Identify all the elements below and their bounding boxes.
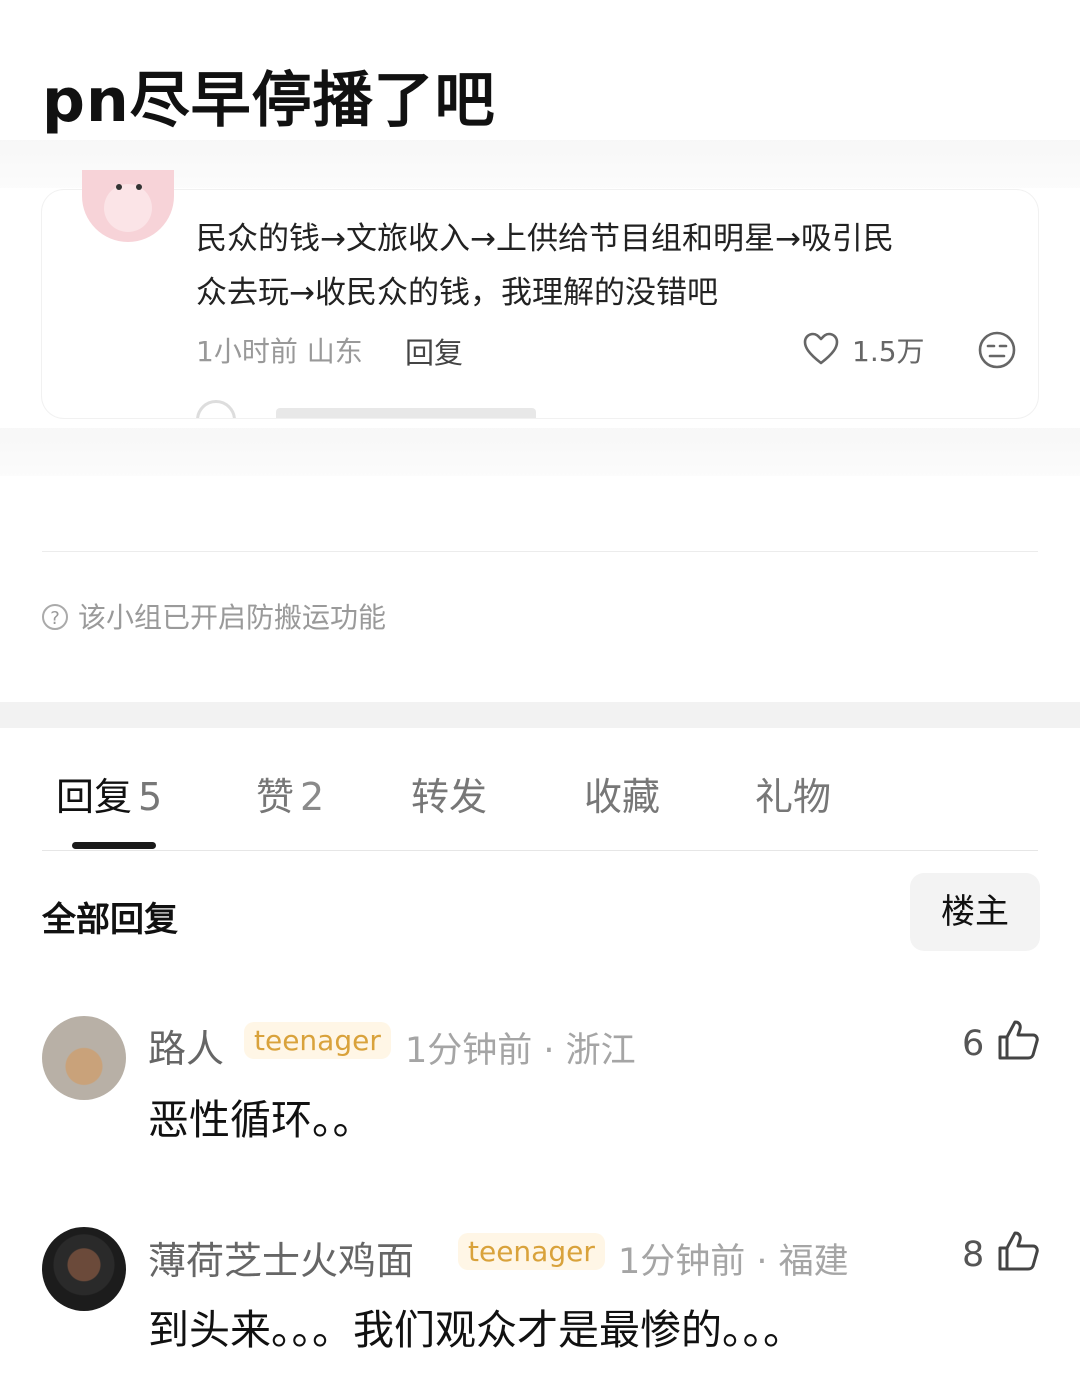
comment-username[interactable]: 路人 — [148, 1018, 224, 1073]
post-title: pn尽早停播了吧 — [42, 66, 496, 136]
all-replies-heading: 全部回复 — [42, 900, 178, 940]
tab-label: 礼物 — [755, 775, 832, 819]
tab-label: 赞 — [256, 775, 295, 819]
op-only-filter-button[interactable]: 楼主 — [910, 873, 1040, 951]
embedded-comment-text: 民众的钱→文旅收入→上供给节目组和明星→吸引民 众去玩→收民众的钱，我理解的没错… — [196, 212, 1016, 320]
embedded-comment-meta: 1小时前 山东 — [196, 335, 363, 368]
active-tab-indicator — [72, 842, 156, 849]
embedded-comment-line: 民众的钱→文旅收入→上供给节目组和明星→吸引民 — [196, 221, 894, 257]
tab-favorites[interactable]: 收藏 — [584, 766, 660, 821]
tab-label: 转发 — [411, 775, 488, 819]
tab-replies[interactable]: 回复 5 — [56, 766, 162, 821]
avatar[interactable] — [42, 1227, 126, 1311]
user-badge: teenager — [244, 1022, 391, 1059]
comment-like-count: 6 — [962, 1024, 985, 1064]
comment-text: 到头来。。。我们观众才是最惨的。。。 — [148, 1306, 804, 1354]
tab-label: 回复 — [56, 775, 133, 819]
heart-icon[interactable] — [802, 332, 840, 366]
tab-count: 2 — [300, 775, 325, 819]
user-badge: teenager — [458, 1233, 605, 1270]
comment-time-location: 1分钟前 · 浙江 — [405, 1031, 636, 1071]
neutral-face-icon[interactable] — [977, 330, 1017, 370]
tab-likes[interactable]: 赞2 — [256, 766, 324, 821]
divider — [42, 850, 1038, 851]
tab-gifts[interactable]: 礼物 — [755, 766, 831, 821]
anti-repost-notice: ? 该小组已开启防搬运功能 — [42, 596, 386, 636]
question-circle-icon: ? — [42, 604, 68, 630]
thumbs-up-icon[interactable] — [996, 1018, 1040, 1062]
blurred-background — [0, 428, 1080, 476]
embedded-comment-line: 众去玩→收民众的钱，我理解的没错吧 — [196, 275, 718, 311]
thumbs-up-icon[interactable] — [996, 1229, 1040, 1273]
clipped-next-reply — [196, 400, 536, 418]
section-separator — [0, 702, 1080, 728]
comment-username[interactable]: 薄荷芝士火鸡面 — [148, 1230, 414, 1285]
embedded-reply-button[interactable]: 回复 — [405, 330, 463, 372]
avatar[interactable] — [42, 1016, 126, 1100]
notice-text: 该小组已开启防搬运功能 — [78, 601, 387, 634]
divider — [42, 551, 1038, 552]
tab-label: 收藏 — [584, 775, 661, 819]
tab-count: 5 — [138, 775, 163, 819]
comment-text: 恶性循环。。 — [148, 1096, 374, 1144]
embedded-like-count: 1.5万 — [852, 335, 925, 368]
comment-like-count: 8 — [962, 1235, 985, 1275]
comment-time-location: 1分钟前 · 福建 — [618, 1242, 849, 1282]
tab-reposts[interactable]: 转发 — [411, 766, 487, 821]
